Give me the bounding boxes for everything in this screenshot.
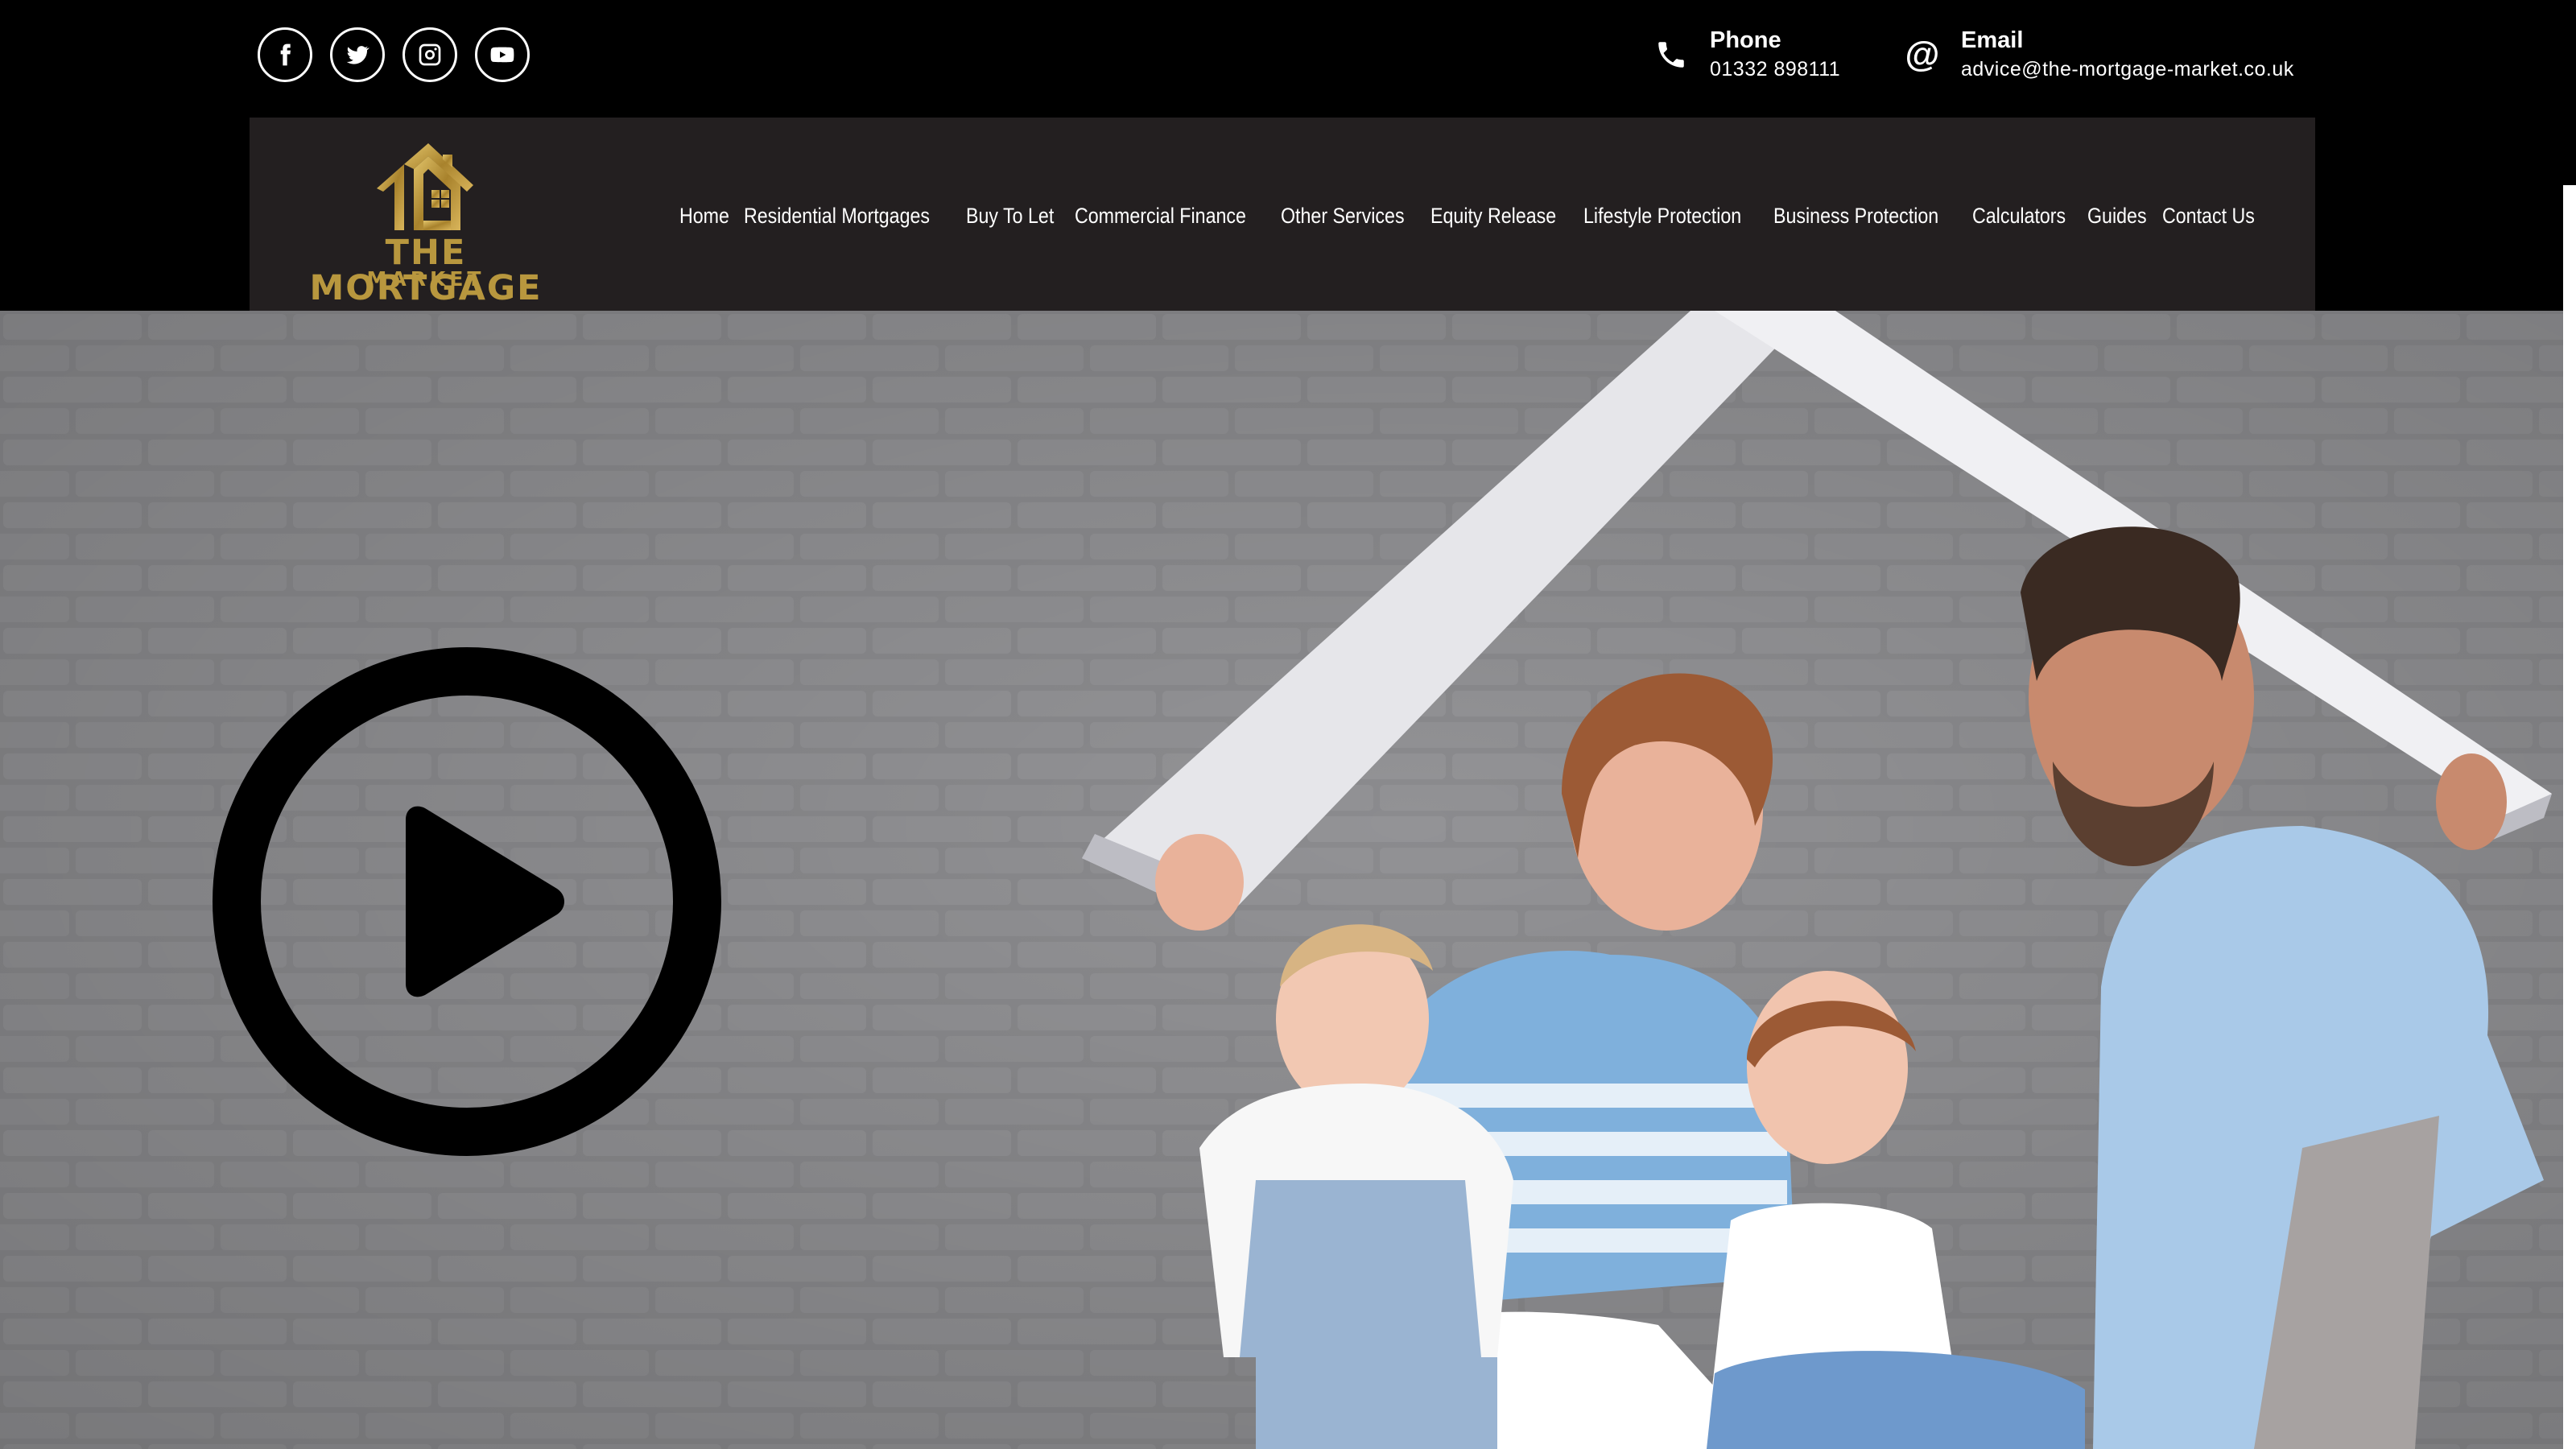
nav-buy-to-let[interactable]: Buy To Let: [966, 203, 1054, 229]
nav-calculators[interactable]: Calculators: [1972, 203, 2066, 229]
family-under-roof-image: [1082, 311, 2552, 1449]
nav-guides[interactable]: Guides: [2087, 203, 2147, 229]
facebook-link[interactable]: [258, 27, 312, 82]
phone-contact[interactable]: Phone 01332 898111: [1652, 26, 1840, 84]
social-links: [258, 27, 530, 82]
email-contact[interactable]: @ Email advice@the-mortgage-market.co.uk: [1903, 26, 2294, 84]
nav-lifestyle-protection[interactable]: Lifestyle Protection: [1583, 203, 1741, 229]
play-video-button[interactable]: [213, 647, 721, 1156]
youtube-link[interactable]: [475, 27, 530, 82]
nav-other-services[interactable]: Other Services: [1281, 203, 1405, 229]
nav-commercial-finance[interactable]: Commercial Finance: [1075, 203, 1246, 229]
logo-subtitle: MARKET: [366, 267, 485, 291]
email-address[interactable]: advice@the-mortgage-market.co.uk: [1961, 55, 2294, 84]
phone-number[interactable]: 01332 898111: [1710, 55, 1840, 84]
facebook-icon: [280, 43, 291, 66]
instagram-link[interactable]: [402, 27, 457, 82]
email-label: Email: [1961, 27, 2024, 53]
nav-equity-release[interactable]: Equity Release: [1430, 203, 1556, 229]
phone-icon: [1652, 35, 1690, 74]
nav-contact-us[interactable]: Contact Us: [2162, 203, 2255, 229]
site-logo[interactable]: THE MORTGAGE MARKET: [279, 140, 573, 306]
nav-residential-mortgages[interactable]: Residential Mortgages: [744, 203, 930, 229]
twitter-icon: [346, 46, 369, 64]
house-logo-icon: [377, 143, 473, 230]
play-circle-icon: [213, 647, 721, 1156]
instagram-icon: [419, 43, 441, 66]
phone-label: Phone: [1710, 27, 1781, 53]
nav-home[interactable]: Home: [679, 203, 729, 229]
at-sign-icon: @: [1905, 35, 1940, 74]
top-bar: Phone 01332 898111 @ Email advice@the-mo…: [0, 0, 2576, 118]
nav-business-protection[interactable]: Business Protection: [1773, 203, 1938, 229]
main-navbar: THE MORTGAGE MARKET Home Residential Mor…: [250, 118, 2315, 311]
page-scrollbar[interactable]: [2563, 185, 2576, 1449]
twitter-link[interactable]: [330, 27, 385, 82]
youtube-icon: [490, 47, 514, 63]
hero-banner: [0, 311, 2563, 1449]
nav-menu: Home Residential Mortgages Buy To Let Co…: [679, 203, 2259, 229]
